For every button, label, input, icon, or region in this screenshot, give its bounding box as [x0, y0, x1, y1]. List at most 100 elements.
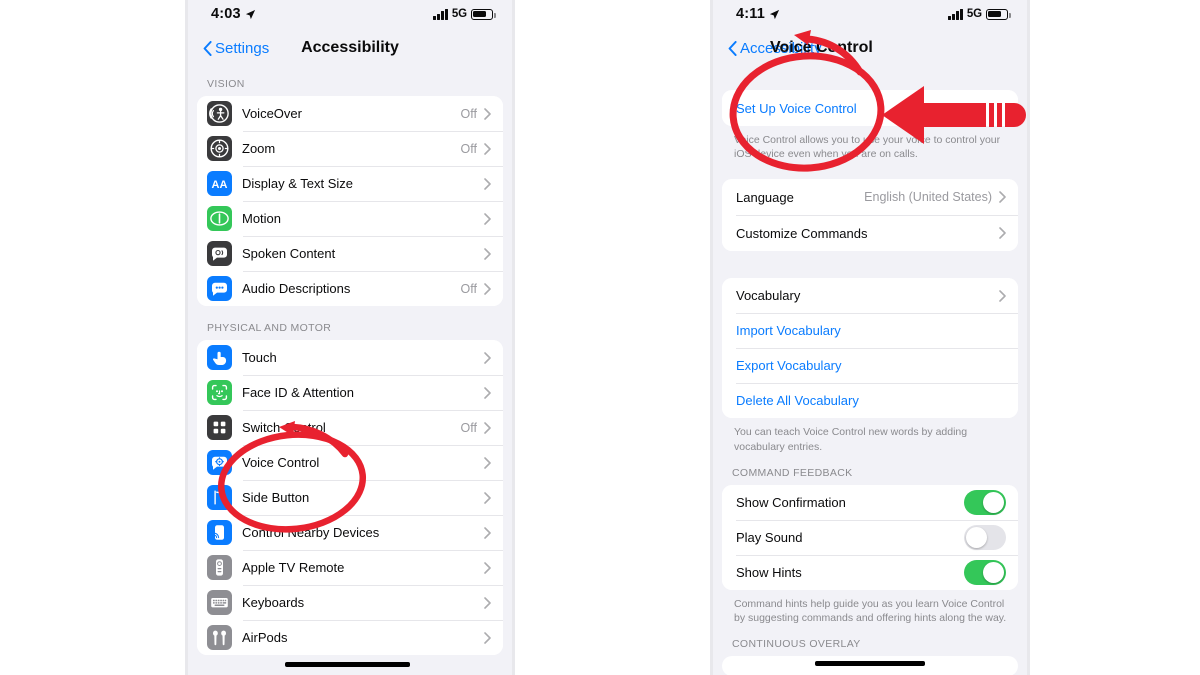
chevron-right-icon	[484, 177, 491, 190]
sidebar-item-motion[interactable]: Motion	[197, 201, 503, 236]
back-button-settings[interactable]: Settings	[203, 40, 269, 57]
row-label: Language	[736, 189, 794, 205]
zoom-icon	[207, 136, 232, 161]
accessibility-settings-screen: 4:03 5G Settings Accessibility VISION Vo…	[185, 0, 515, 675]
sidebar-item-keyboards[interactable]: Keyboards	[197, 585, 503, 620]
chevron-left-icon	[203, 40, 212, 56]
chevron-right-icon	[484, 386, 491, 399]
chevron-right-icon	[484, 491, 491, 504]
row-show-confirmation[interactable]: Show Confirmation	[722, 484, 1018, 520]
section-header-continuous-overlay: CONTINUOUS OVERLAY	[732, 638, 861, 651]
row-label: Switch Control	[242, 420, 326, 435]
audio-descriptions-icon	[207, 276, 232, 301]
touch-icon	[207, 345, 232, 370]
chevron-right-icon	[999, 227, 1006, 240]
left-margin	[0, 0, 185, 675]
signal-bars-icon	[433, 8, 448, 20]
sidebar-item-touch[interactable]: Touch	[197, 340, 503, 375]
section-header-vision: VISION	[207, 78, 245, 90]
sidebar-item-control-nearby-devices[interactable]: Control Nearby Devices	[197, 515, 503, 550]
row-label: Show Confirmation	[736, 494, 846, 510]
settings-scroll-area[interactable]: VISION VoiceOver Off Zoom Off AA Display…	[185, 68, 515, 655]
row-label: Vocabulary	[736, 288, 801, 304]
row-label: Face ID & Attention	[242, 385, 355, 400]
row-import-vocabulary[interactable]: Import Vocabulary	[722, 313, 1018, 349]
side-button-icon	[207, 485, 232, 510]
row-label: Touch	[242, 350, 277, 365]
navigation-bar: Settings Accessibility	[185, 28, 515, 68]
chevron-right-icon	[484, 631, 491, 644]
network-type-label: 5G	[966, 8, 982, 20]
chevron-right-icon	[999, 191, 1006, 204]
clock-label: 4:03	[211, 6, 241, 22]
row-label: Delete All Vocabulary	[736, 393, 859, 409]
nearby-devices-icon	[207, 520, 232, 545]
status-bar-indicators: 5G	[948, 8, 1011, 20]
physical-motor-settings-group: Touch Face ID & Attention Switch Control…	[197, 340, 503, 655]
row-delete-all-vocabulary[interactable]: Delete All Vocabulary	[722, 383, 1018, 419]
chevron-right-icon	[484, 526, 491, 539]
chevron-right-icon	[484, 142, 491, 155]
sidebar-item-voice-control[interactable]: Voice Control	[197, 445, 503, 480]
redaction-bar	[285, 662, 410, 667]
sidebar-item-switch-control[interactable]: Switch Control Off	[197, 410, 503, 445]
set-up-voice-control-button[interactable]: Set Up Voice Control	[722, 90, 1018, 126]
feedback-footnote: Command hints help guide you as you lear…	[734, 597, 1007, 624]
sidebar-item-face-id-attention[interactable]: Face ID & Attention	[197, 375, 503, 410]
row-show-hints[interactable]: Show Hints	[722, 554, 1018, 590]
setup-footnote: Voice Control allows you to use your voi…	[734, 134, 1001, 161]
row-label: VoiceOver	[242, 106, 302, 121]
row-label: Play Sound	[736, 529, 803, 545]
play-sound-toggle[interactable]	[964, 524, 1006, 550]
svg-text:AA: AA	[212, 179, 228, 191]
status-bar: 4:11 5G	[710, 0, 1030, 28]
spoken-content-icon	[207, 241, 232, 266]
chevron-right-icon	[484, 561, 491, 574]
chevron-right-icon	[484, 282, 491, 295]
settings-scroll-area[interactable]: Set Up Voice Control Voice Control allow…	[710, 68, 1030, 675]
row-language[interactable]: Language English (United States)	[722, 179, 1018, 216]
sidebar-item-voiceover[interactable]: VoiceOver Off	[197, 96, 503, 131]
row-play-sound[interactable]: Play Sound	[722, 519, 1018, 555]
chevron-right-icon	[484, 596, 491, 609]
sidebar-item-spoken-content[interactable]: Spoken Content	[197, 236, 503, 271]
show-hints-toggle[interactable]	[964, 559, 1006, 585]
back-button-accessibility[interactable]: Accessibility	[728, 40, 822, 57]
row-value: Off	[460, 420, 477, 435]
chevron-right-icon	[484, 351, 491, 364]
sidebar-item-zoom[interactable]: Zoom Off	[197, 131, 503, 166]
airpods-icon	[207, 625, 232, 650]
battery-icon	[986, 8, 1011, 20]
panel-gap	[515, 0, 710, 675]
vocabulary-group: Vocabulary Import Vocabulary Export Voca…	[722, 278, 1018, 419]
voice-control-settings-screen: 4:11 5G Accessibility Voice Control Set …	[710, 0, 1030, 675]
section-header-physical-and-motor: PHYSICAL AND MOTOR	[207, 322, 332, 334]
sidebar-item-airpods[interactable]: AirPods	[197, 620, 503, 655]
row-vocabulary[interactable]: Vocabulary	[722, 278, 1018, 314]
chevron-right-icon	[484, 247, 491, 260]
row-customize-commands[interactable]: Customize Commands	[722, 215, 1018, 252]
row-label: Audio Descriptions	[242, 281, 351, 296]
status-bar-time-group: 4:11	[736, 6, 780, 22]
navigation-bar: Accessibility Voice Control	[710, 28, 1030, 68]
chevron-right-icon	[484, 212, 491, 225]
row-value: English (United States)	[864, 190, 992, 205]
language-commands-group: Language English (United States) Customi…	[722, 179, 1018, 252]
vocabulary-footnote: You can teach Voice Control new words by…	[734, 426, 968, 453]
row-label: AirPods	[242, 630, 288, 645]
row-label: Display & Text Size	[242, 176, 354, 191]
sidebar-item-display-text-size[interactable]: AA Display & Text Size	[197, 166, 503, 201]
row-label: Side Button	[242, 490, 310, 505]
switch-control-icon	[207, 415, 232, 440]
location-arrow-icon	[769, 9, 780, 19]
sidebar-item-apple-tv-remote[interactable]: Apple TV Remote	[197, 550, 503, 585]
row-export-vocabulary[interactable]: Export Vocabulary	[722, 348, 1018, 384]
clock-label: 4:11	[736, 6, 766, 22]
back-button-label: Settings	[215, 39, 270, 57]
sidebar-item-side-button[interactable]: Side Button	[197, 480, 503, 515]
show-confirmation-toggle[interactable]	[964, 489, 1006, 515]
command-feedback-group: Show Confirmation Play Sound Show Hints	[722, 484, 1018, 590]
keyboards-icon	[207, 590, 232, 615]
sidebar-item-audio-descriptions[interactable]: Audio Descriptions Off	[197, 271, 503, 306]
voiceover-icon	[207, 101, 232, 126]
